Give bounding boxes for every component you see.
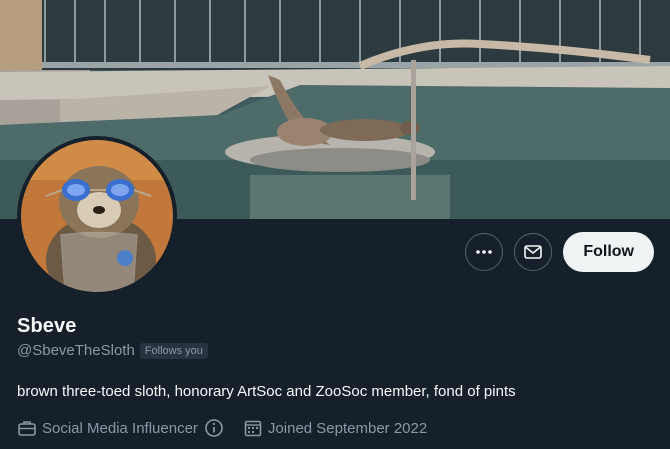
sloth-avatar-photo xyxy=(21,140,173,292)
profile-meta: Social Media Influencer Joined September… xyxy=(17,418,441,438)
follows-you-badge: Follows you xyxy=(139,342,208,359)
more-options-button[interactable] xyxy=(465,233,504,271)
profile-bio: brown three-toed sloth, honorary ArtSoc … xyxy=(17,383,516,400)
envelope-icon xyxy=(524,245,543,259)
username-handle: @SbeveTheSloth xyxy=(17,342,135,359)
profile-category: Social Media Influencer xyxy=(17,418,229,438)
category-label: Social Media Influencer xyxy=(42,419,198,437)
follow-button[interactable]: Follow xyxy=(563,232,654,272)
profile-avatar[interactable] xyxy=(17,136,177,296)
profile-actions: Follow xyxy=(465,232,654,272)
joined-date: Joined September 2022 xyxy=(267,419,428,437)
message-button[interactable] xyxy=(514,233,553,271)
display-name: Sbeve xyxy=(17,315,77,337)
profile-joined: Joined September 2022 xyxy=(243,418,427,438)
info-icon[interactable] xyxy=(204,418,229,438)
calendar-icon xyxy=(244,420,262,437)
profile-page: Follow Sbeve @SbeveTheSloth Follows you … xyxy=(0,0,670,449)
briefcase-icon xyxy=(18,421,36,436)
ellipsis-icon xyxy=(476,250,493,254)
handle-row: @SbeveTheSloth Follows you xyxy=(17,342,208,359)
